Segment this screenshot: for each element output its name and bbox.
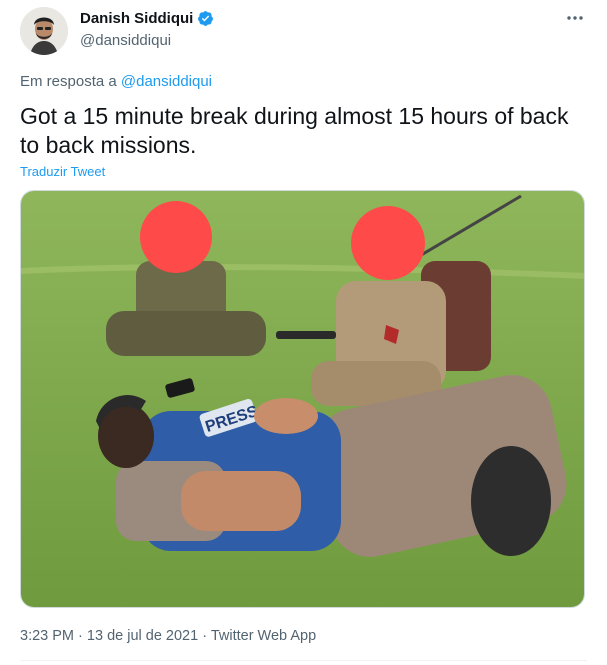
display-name[interactable]: Danish Siddiqui — [80, 10, 193, 27]
translate-tweet-link[interactable]: Traduzir Tweet — [20, 164, 105, 179]
reply-mention-link[interactable]: @dansiddiqui — [121, 73, 212, 90]
tweet-metadata: 3:23 PM · 13 de jul de 2021 · Twitter We… — [20, 628, 316, 644]
tweet-date[interactable]: 13 de jul de 2021 — [87, 628, 198, 644]
verified-badge-icon — [198, 11, 214, 26]
tweet-time[interactable]: 3:23 PM — [20, 628, 74, 644]
meta-separator-2: · — [202, 628, 208, 644]
tweet-photo[interactable]: PRESS — [20, 190, 585, 608]
author-name-row[interactable]: Danish Siddiqui — [80, 10, 214, 27]
author-handle[interactable]: @dansiddiqui — [80, 32, 171, 49]
avatar[interactable] — [20, 7, 68, 55]
meta-separator-1: · — [78, 628, 83, 644]
tweet-card: Danish Siddiqui @dansiddiqui Em resposta… — [0, 0, 607, 665]
photo-illustration: PRESS — [21, 191, 584, 607]
tweet-source[interactable]: Twitter Web App — [211, 628, 316, 644]
tweet-text: Got a 15 minute break during almost 15 h… — [20, 103, 569, 158]
divider — [20, 660, 587, 661]
reply-context: Em resposta a @dansiddiqui — [20, 73, 212, 90]
reply-prefix: Em resposta a — [20, 73, 117, 90]
avatar-image — [20, 7, 68, 55]
more-options-icon[interactable] — [565, 8, 585, 28]
